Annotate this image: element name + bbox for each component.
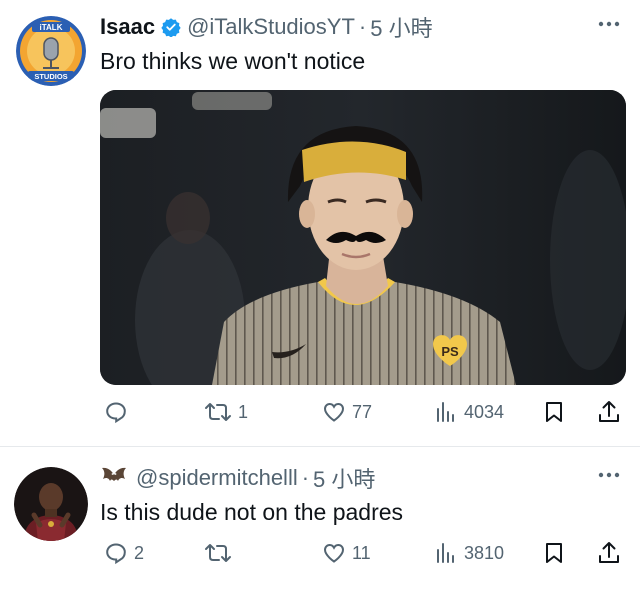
retweet-button[interactable]: 1 [204,398,248,426]
views-chart-icon [434,541,458,565]
like-button[interactable]: 77 [322,398,372,426]
tweet-actions: 1 77 4034 [100,398,630,426]
share-button[interactable] [596,398,622,426]
separator: · [358,14,367,39]
svg-text:iTALK: iTALK [40,23,63,32]
tweet-text: Bro thinks we won't notice [100,48,366,74]
tweet-header: @spidermitchelll · 5 小時 [100,463,375,493]
reply-icon [104,400,128,424]
retweet-icon [204,400,232,424]
bookmark-button[interactable] [542,398,566,426]
timestamp[interactable]: 5 小時 [370,11,432,43]
handle[interactable]: @spidermitchelll [136,465,298,491]
bat-emoji-icon [100,465,128,491]
retweet-icon [204,541,232,565]
views-button[interactable]: 4034 [434,398,504,426]
bookmark-icon [542,541,566,565]
like-button[interactable]: 11 [322,539,371,567]
reply-button[interactable]: 2 [104,539,144,567]
reply-count: 2 [134,542,145,563]
more-options-icon[interactable] [596,14,622,34]
like-count: 77 [352,401,373,422]
avatar[interactable]: iTALK STUDIOS [16,16,86,86]
svg-text:STUDIOS: STUDIOS [34,72,67,81]
tweet-text: Is this dude not on the padres [100,499,404,525]
view-count: 3810 [464,542,505,563]
retweet-count: 1 [238,401,249,422]
reply-icon [104,541,128,565]
retweet-button[interactable] [204,539,238,567]
tweet-header: Isaac @iTalkStudiosYT · 5 小時 [100,12,433,42]
reply-button[interactable] [104,398,134,426]
bookmark-button[interactable] [542,539,566,567]
svg-text:PS: PS [441,344,459,359]
like-count: 11 [352,542,371,563]
share-icon [596,540,622,566]
tweet-reply[interactable]: @spidermitchelll · 5 小時 Is this dude not… [0,447,640,592]
verified-badge-icon [161,17,181,38]
tweet-media-image[interactable]: PS [100,90,626,385]
views-button[interactable]: 3810 [434,539,504,567]
tweet-actions: 2 11 3810 [100,539,630,567]
handle[interactable]: @iTalkStudiosYT [187,14,355,40]
share-icon [596,399,622,425]
heart-icon [322,400,346,424]
tweet-main[interactable]: iTALK STUDIOS Isaac @iTalkStudiosYT · 5 … [0,0,640,446]
display-name[interactable]: Isaac [100,14,155,40]
share-button[interactable] [596,539,622,567]
bookmark-icon [542,400,566,424]
view-count: 4034 [464,401,505,422]
heart-icon [322,541,346,565]
timestamp[interactable]: 5 小時 [313,462,375,494]
more-options-icon[interactable] [596,465,622,485]
separator: · [301,465,310,490]
avatar[interactable] [14,467,88,541]
views-chart-icon [434,400,458,424]
